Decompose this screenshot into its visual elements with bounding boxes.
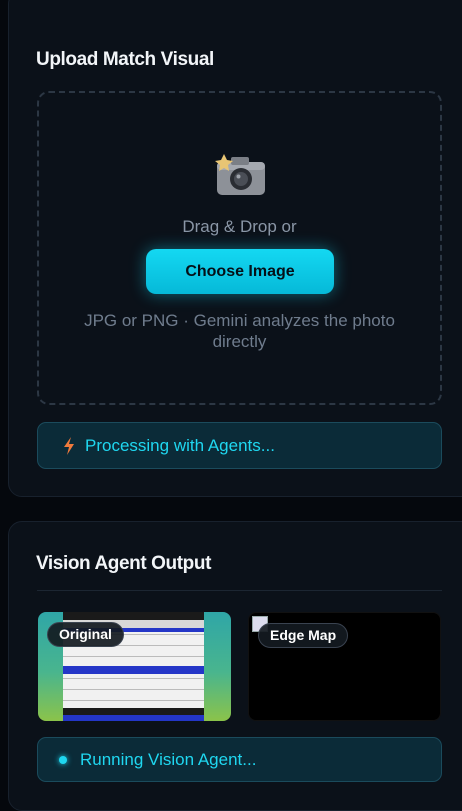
original-label: Original (47, 622, 124, 647)
choose-image-button[interactable]: Choose Image (146, 249, 334, 294)
vision-running-status: Running Vision Agent... (37, 737, 442, 782)
processing-status: Processing with Agents... (37, 422, 442, 469)
section-divider (37, 590, 442, 591)
lightning-bolt-icon (64, 436, 74, 455)
edge-map-label: Edge Map (258, 623, 349, 648)
vision-title: Vision Agent Output (36, 553, 211, 574)
processing-status-text: Processing with Agents... (85, 435, 275, 455)
file-type-hint: JPG or PNG · Gemini analyzes the photo d… (84, 311, 395, 351)
status-dot-icon (59, 755, 67, 764)
vision-status-text: Running Vision Agent... (80, 749, 257, 769)
upload-title: Upload Match Visual (36, 49, 214, 70)
drag-drop-text: Drag & Drop or (182, 217, 297, 236)
upload-card: Upload Match Visual Drag & Drop or Choos… (8, 0, 462, 497)
original-image-thumbnail[interactable]: Original (38, 612, 231, 721)
image-dropzone[interactable]: Drag & Drop or Choose Image JPG or PNG ·… (37, 91, 442, 405)
camera-icon (215, 154, 265, 195)
edge-map-thumbnail[interactable]: Edge Map (248, 612, 441, 721)
vision-card: Vision Agent Output Original Edge Map Ru… (8, 521, 462, 811)
